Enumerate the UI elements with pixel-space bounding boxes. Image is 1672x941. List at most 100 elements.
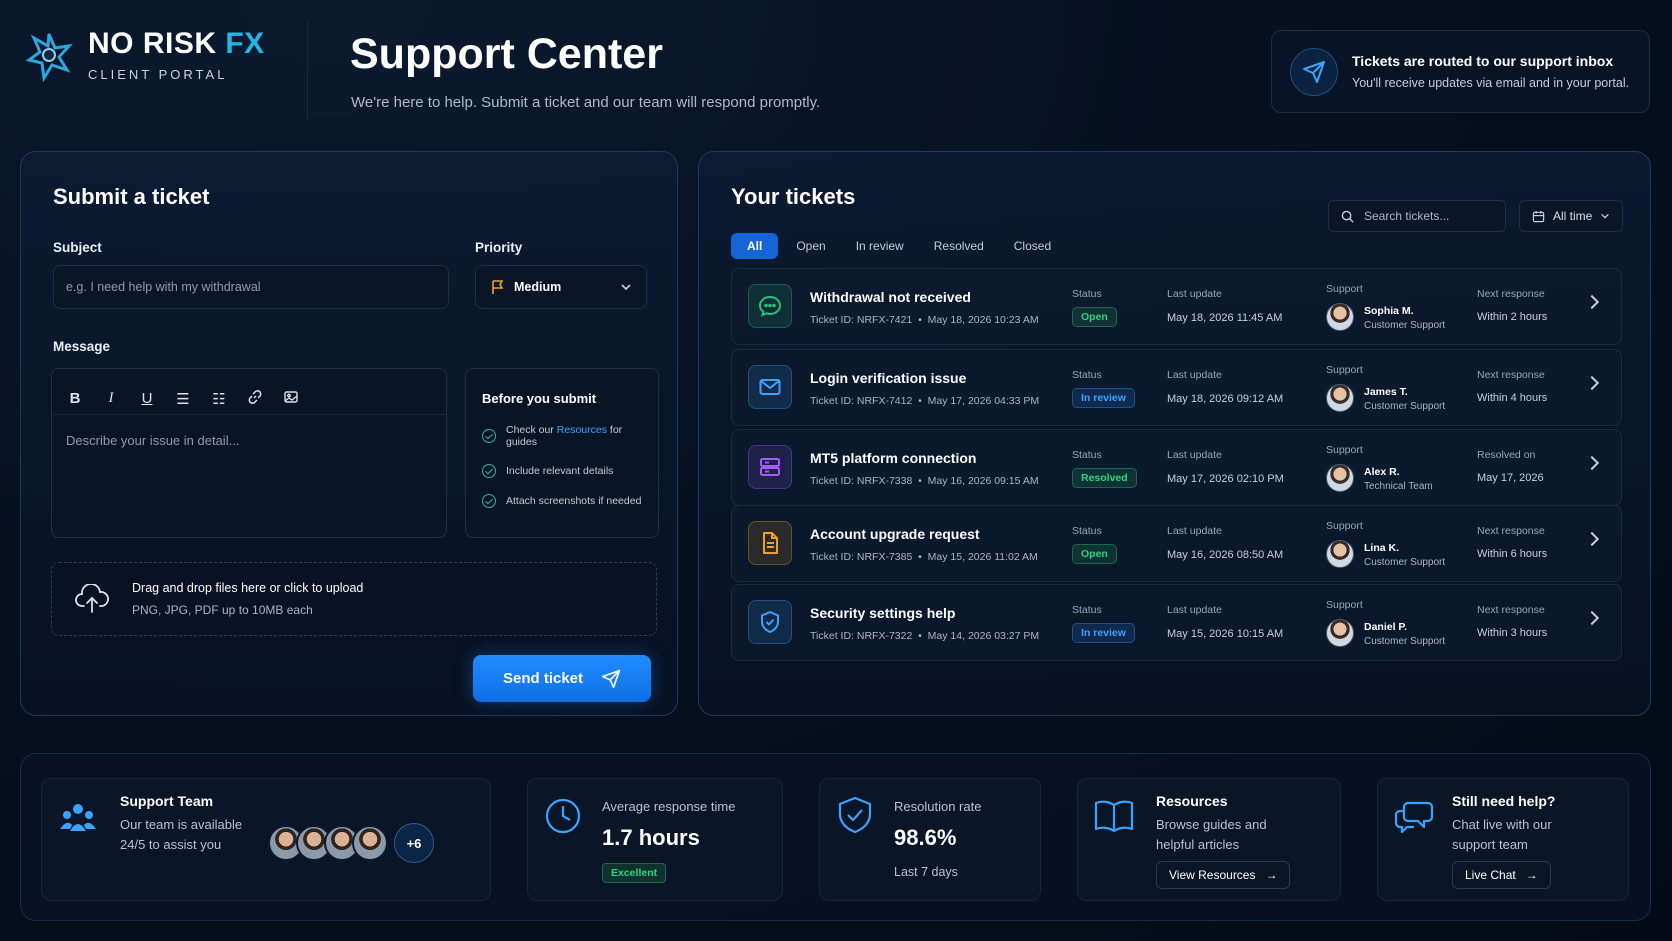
ticket-meta: Ticket ID: NRFX-7385 • May 15, 2026 11:0… <box>810 551 1038 563</box>
priority-select[interactable]: Medium <box>475 265 647 309</box>
time-filter-select[interactable]: All time <box>1519 200 1623 232</box>
check-circle-icon <box>482 464 496 478</box>
team-icon <box>60 804 96 831</box>
server-icon <box>748 445 792 489</box>
next-response-label: Next response <box>1477 369 1545 381</box>
avatar <box>1326 464 1354 492</box>
next-response-label: Next response <box>1477 604 1545 616</box>
agent-role: Customer Support <box>1364 557 1446 568</box>
resolution-period: Last 7 days <box>894 865 958 879</box>
tab-resolved[interactable]: Resolved <box>922 233 996 259</box>
last-update-label: Last update <box>1167 288 1222 300</box>
status-badge: Resolved <box>1072 468 1137 488</box>
agent-name: Daniel P. <box>1364 621 1407 633</box>
agent-name: Lina K. <box>1364 542 1400 554</box>
bold-icon[interactable]: B <box>60 390 90 407</box>
brand-subtitle: CLIENT PORTAL <box>88 66 228 82</box>
ticket-row[interactable]: Account upgrade request Ticket ID: NRFX-… <box>731 505 1622 582</box>
italic-icon[interactable]: I <box>96 390 126 407</box>
last-update-label: Last update <box>1167 449 1222 461</box>
submit-title: Submit a ticket <box>53 184 210 209</box>
submit-ticket-card: Submit a ticket Subject e.g. I need help… <box>20 151 678 716</box>
ticket-row[interactable]: Withdrawal not received Ticket ID: NRFX-… <box>731 268 1622 345</box>
search-tickets-input[interactable]: Search tickets... <box>1328 200 1506 232</box>
header-divider <box>307 22 308 120</box>
tab-all[interactable]: All <box>731 233 779 259</box>
bullet-list-icon[interactable]: ☰ <box>168 390 198 408</box>
send-ticket-label: Send ticket <box>502 670 584 687</box>
arrow-right-icon: → <box>1265 868 1278 882</box>
agent-role: Technical Team <box>1364 481 1433 492</box>
status-label: Status <box>1072 449 1102 461</box>
agent-name: Sophia M. <box>1364 305 1414 317</box>
resources-title: Resources <box>1156 793 1228 809</box>
document-icon <box>748 521 792 565</box>
check-circle-icon <box>482 429 496 443</box>
avg-response-card: Average response time 1.7 hours Excellen… <box>527 778 783 901</box>
ticket-title: Withdrawal not received <box>810 289 971 305</box>
last-update-value: May 15, 2026 10:15 AM <box>1167 628 1284 640</box>
next-response-value: Within 2 hours <box>1477 311 1548 323</box>
status-label: Status <box>1072 525 1102 537</box>
next-response-label: Next response <box>1477 288 1545 300</box>
send-ticket-button[interactable]: Send ticket <box>473 655 651 702</box>
view-resources-button[interactable]: View Resources → <box>1156 861 1291 889</box>
tickets-title: Your tickets <box>731 184 856 209</box>
underline-icon[interactable]: U <box>132 390 162 407</box>
numbered-list-icon[interactable]: ☷ <box>204 390 234 408</box>
avatar <box>1326 540 1354 568</box>
status-badge: Open <box>1072 307 1117 327</box>
flag-icon <box>492 280 504 294</box>
resources-text: Browse guides and helpful articles <box>1156 817 1267 852</box>
support-label: Support <box>1326 364 1363 376</box>
priority-value: Medium <box>514 280 562 294</box>
notice-text: You'll receive updates via email and in … <box>1352 76 1630 90</box>
message-label: Message <box>53 339 111 354</box>
excellent-badge: Excellent <box>602 863 667 883</box>
link-icon[interactable] <box>240 389 270 409</box>
ticket-title: MT5 platform connection <box>810 450 977 466</box>
resolution-value: 98.6% <box>894 825 957 850</box>
ticket-meta: Ticket ID: NRFX-7322 • May 14, 2026 03:2… <box>810 630 1040 642</box>
last-update-value: May 18, 2026 09:12 AM <box>1167 393 1284 405</box>
tab-closed[interactable]: Closed <box>1002 233 1063 259</box>
last-update-label: Last update <box>1167 369 1222 381</box>
tab-open[interactable]: Open <box>784 233 837 259</box>
ticket-tabs: All Open In review Resolved Closed <box>731 233 1063 259</box>
file-upload-zone[interactable]: Drag and drop files here or click to upl… <box>51 562 657 636</box>
subject-label: Subject <box>53 240 102 255</box>
more-members-badge[interactable]: +6 <box>394 823 434 863</box>
chevron-right-icon[interactable] <box>1584 610 1600 626</box>
support-label: Support <box>1326 444 1363 456</box>
send-icon <box>1290 47 1338 96</box>
live-chat-button[interactable]: Live Chat → <box>1452 861 1551 889</box>
chevron-right-icon[interactable] <box>1584 294 1600 310</box>
chevron-right-icon[interactable] <box>1584 531 1600 547</box>
subject-input[interactable]: e.g. I need help with my withdrawal <box>53 265 449 309</box>
cloud-upload-icon <box>75 584 109 613</box>
team-text: Our team is available 24/5 to assist you <box>120 817 243 852</box>
status-badge: In review <box>1072 388 1135 408</box>
message-textarea[interactable]: Describe your issue in detail... <box>52 415 446 466</box>
chevron-right-icon[interactable] <box>1584 375 1600 391</box>
resources-link[interactable]: Resources <box>557 424 607 436</box>
image-icon[interactable] <box>276 389 306 409</box>
next-response-label: Resolved on <box>1477 449 1536 461</box>
avatar <box>1326 619 1354 647</box>
status-badge: Open <box>1072 544 1117 564</box>
ticket-row[interactable]: Login verification issue Ticket ID: NRFX… <box>731 349 1622 426</box>
ticket-meta: Ticket ID: NRFX-7421 • May 18, 2026 10:2… <box>810 314 1039 326</box>
tab-in-review[interactable]: In review <box>844 233 916 259</box>
resolution-rate-card: Resolution rate 98.6% Last 7 days <box>819 778 1041 901</box>
avatar <box>1326 303 1354 331</box>
send-icon <box>601 669 621 688</box>
page-subtitle: We're here to help. Submit a ticket and … <box>351 94 821 111</box>
arrow-right-icon: → <box>1525 868 1538 882</box>
chevron-right-icon[interactable] <box>1584 455 1600 471</box>
routing-notice: Tickets are routed to our support inbox … <box>1271 30 1650 113</box>
ticket-row[interactable]: Security settings help Ticket ID: NRFX-7… <box>731 584 1622 661</box>
ticket-row[interactable]: MT5 platform connection Ticket ID: NRFX-… <box>731 429 1622 506</box>
help-title: Still need help? <box>1452 793 1556 809</box>
next-response-value: Within 4 hours <box>1477 392 1548 404</box>
next-response-value: Within 6 hours <box>1477 548 1548 560</box>
